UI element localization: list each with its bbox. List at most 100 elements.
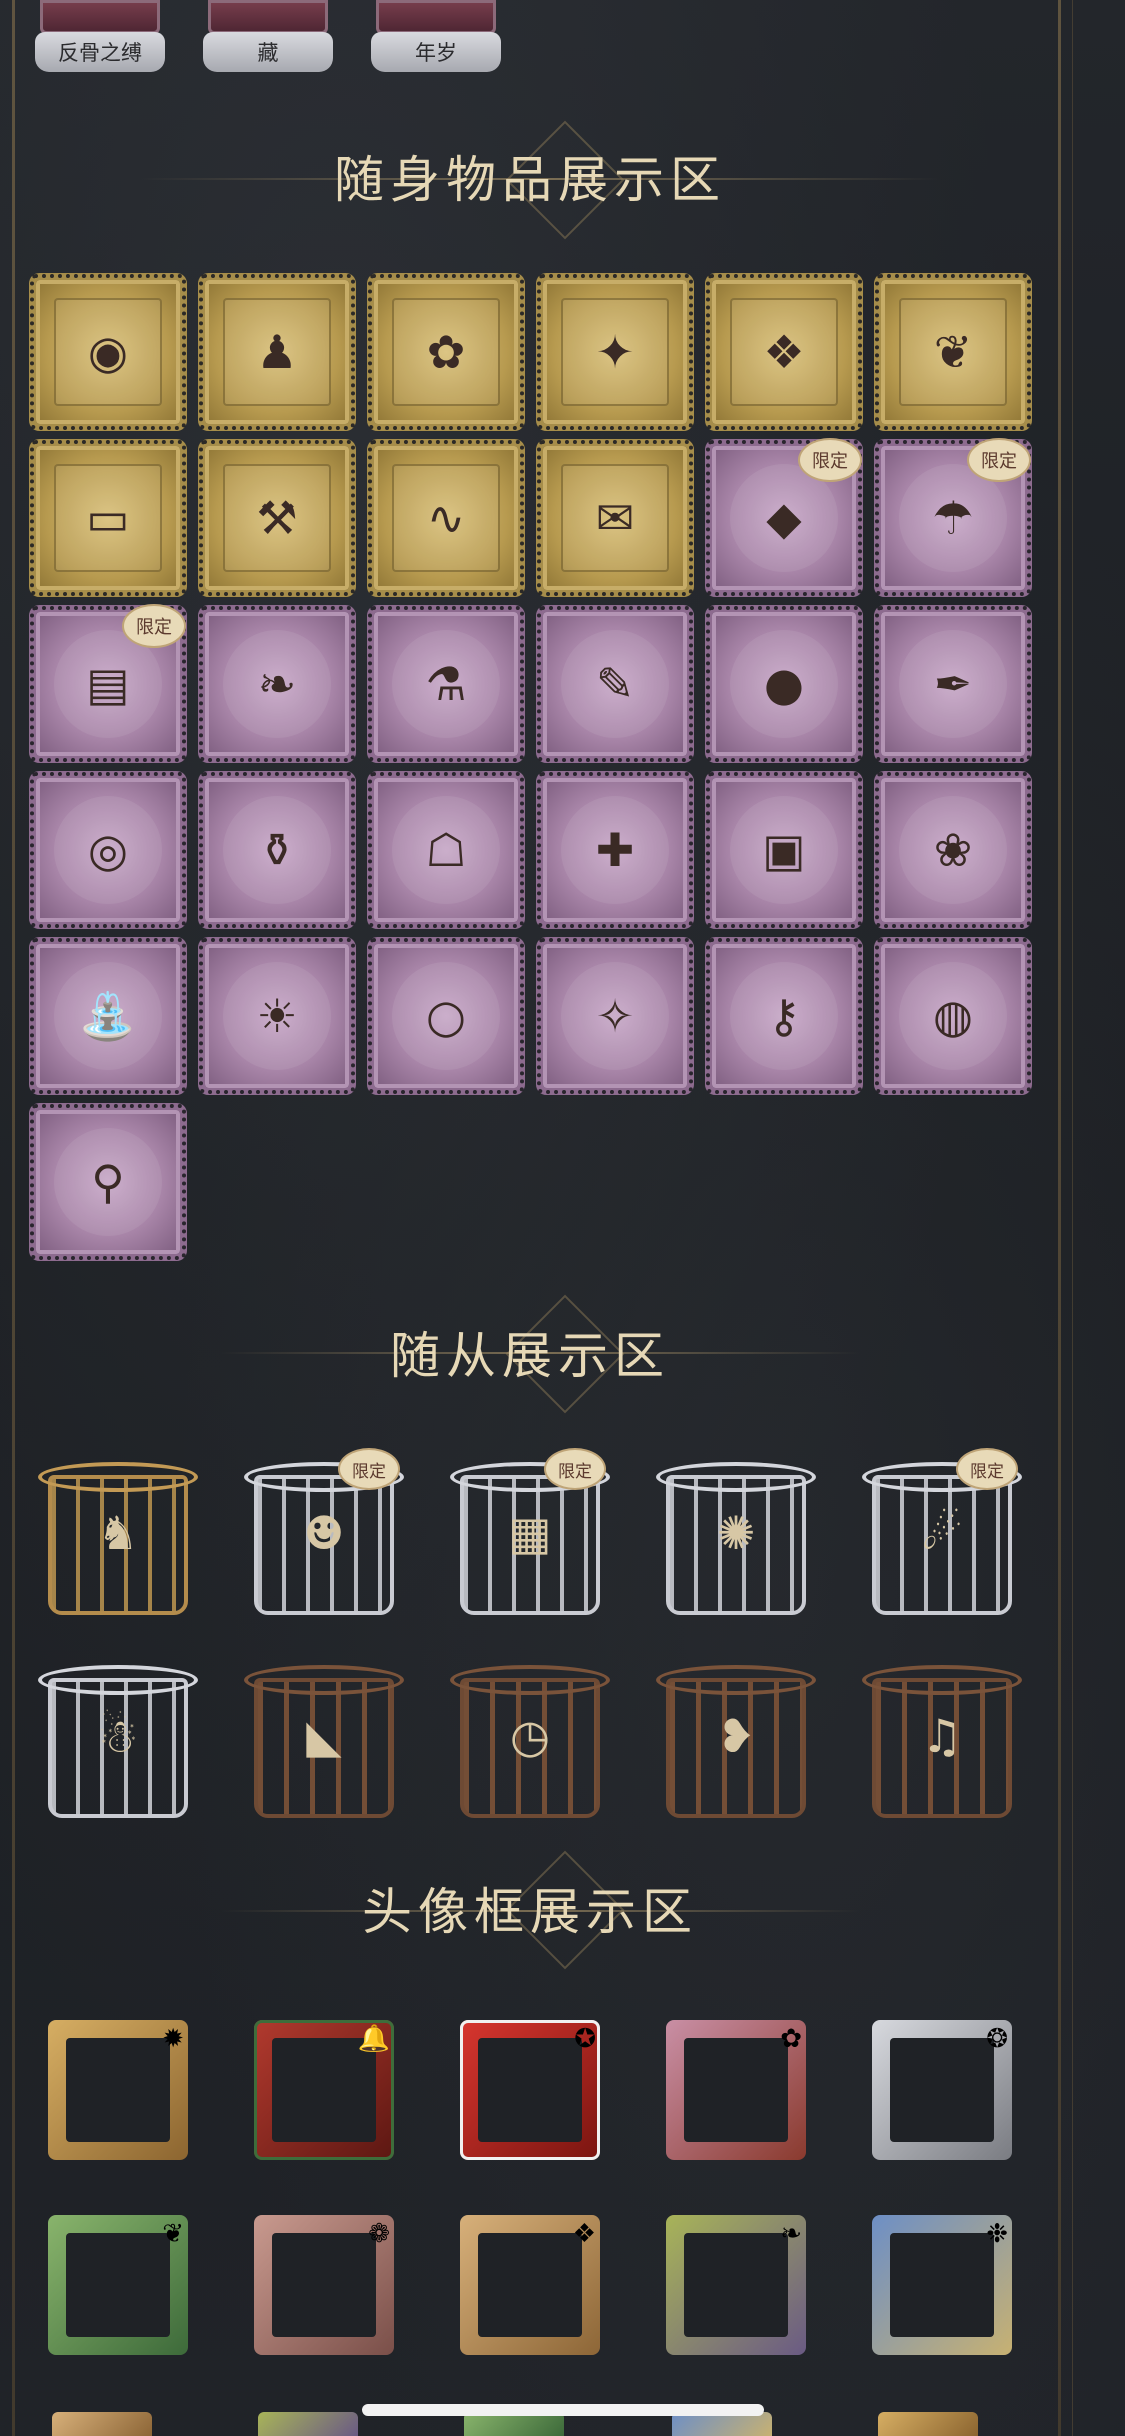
limited-badge: 限定: [124, 606, 184, 646]
pet-cage[interactable]: ◣: [244, 1653, 404, 1818]
item-stamp[interactable]: ▭: [30, 440, 186, 596]
partial-frame-tile[interactable]: [52, 2412, 152, 2436]
cage-top: [38, 1665, 198, 1695]
avatar-frame[interactable]: ✪: [460, 2020, 600, 2160]
item-stamp[interactable]: ✿: [368, 274, 524, 430]
dark-bird-pet-icon: ♞: [97, 1505, 139, 1560]
item-stamp[interactable]: ⚒: [199, 440, 355, 596]
olive-frame-icon: ❧: [780, 2219, 802, 2249]
lantern-pet-icon: ☄: [921, 1505, 963, 1560]
rose-frame-icon: ❁: [368, 2219, 390, 2249]
ballerina-icon: ✦: [595, 325, 635, 379]
harmonica-icon: ▭: [86, 491, 130, 545]
item-stamp[interactable]: ◎: [30, 772, 186, 928]
item-stamp[interactable]: ▤ 限定: [30, 606, 186, 762]
key-icon: ⚷: [767, 989, 801, 1043]
pet-cage[interactable]: ▦ 限定: [450, 1450, 610, 1615]
pet-cage[interactable]: ☄ 限定: [862, 1450, 1022, 1615]
bubble-key-icon: ⚲: [91, 1155, 125, 1209]
item-stamp[interactable]: ◉: [30, 274, 186, 430]
right-border-thin-line: [1072, 0, 1073, 2436]
avatar-frame[interactable]: ✹: [48, 2020, 188, 2160]
avatar-frame[interactable]: 🔔: [254, 2020, 394, 2160]
item-stamp[interactable]: ⚗: [368, 606, 524, 762]
item-stamp[interactable]: ◍: [875, 938, 1031, 1094]
pet-cage[interactable]: ♞: [38, 1450, 198, 1615]
item-stamp[interactable]: ⚱: [199, 772, 355, 928]
doll-icon: ♟: [256, 325, 298, 379]
item-stamp[interactable]: ▣: [706, 772, 862, 928]
reindeer-pet-icon: ☃: [97, 1708, 139, 1763]
avatar-frame[interactable]: ❂: [872, 2020, 1012, 2160]
item-stamp[interactable]: ♟: [199, 274, 355, 430]
item-stamp[interactable]: ◆ 限定: [706, 440, 862, 596]
item-stamp[interactable]: ❦: [875, 274, 1031, 430]
pet-cage[interactable]: ◷: [450, 1653, 610, 1818]
item-stamp[interactable]: ●: [706, 606, 862, 762]
item-stamp[interactable]: ⛲: [30, 938, 186, 1094]
watering-can-icon: ⛲: [79, 988, 137, 1043]
avatar-frame[interactable]: ❖: [460, 2215, 600, 2355]
item-stamp[interactable]: ❖: [706, 274, 862, 430]
tan-frame-icon: ❖: [572, 2219, 596, 2249]
top-tab-label: 藏: [203, 32, 333, 72]
silver-frame-icon: ❂: [986, 2024, 1008, 2054]
partial-frame-tile[interactable]: [878, 2412, 978, 2436]
avatar-frame[interactable]: ❁: [254, 2215, 394, 2355]
pet-cage[interactable]: ✺: [656, 1450, 816, 1615]
spiral-icon: ◎: [87, 823, 129, 877]
frame-hole: [478, 2233, 582, 2337]
item-stamp[interactable]: ✧: [537, 938, 693, 1094]
item-stamp[interactable]: ⚲: [30, 1104, 186, 1260]
rose-cane-icon: ❀: [933, 823, 973, 877]
pet-cage[interactable]: ☻ 限定: [244, 1450, 404, 1615]
item-stamp[interactable]: ❀: [875, 772, 1031, 928]
top-tab-0[interactable]: 反骨之缚: [35, 0, 165, 72]
pet-cage[interactable]: ☃: [38, 1653, 198, 1818]
right-border-line: [1058, 0, 1061, 2436]
lantern-icon: ☀: [256, 989, 298, 1043]
frame-hole: [66, 2038, 170, 2142]
sakura-frame-icon: ✿: [780, 2024, 802, 2054]
umbrella-icon: ☂: [932, 491, 974, 545]
item-stamp[interactable]: ❧: [199, 606, 355, 762]
pet-cage[interactable]: ♫: [862, 1653, 1022, 1818]
item-stamp[interactable]: ✒: [875, 606, 1031, 762]
item-stamp[interactable]: ☀: [199, 938, 355, 1094]
item-stamp[interactable]: ☖: [368, 772, 524, 928]
limited-badge: 限定: [546, 1450, 604, 1488]
item-stamp[interactable]: ○: [368, 938, 524, 1094]
item-stamp[interactable]: ✦: [537, 274, 693, 430]
items-grid: ◉ ♟ ✿ ✦ ❖ ❦ ▭ ⚒ ∿ ✉ ◆ 限定 ☂ 限定 ▤ 限定 ❧ ⚗ ✎ ● ✒ ◎ ⚱ ☖ ✚ ▣ ❀ ⛲ ☀ ○ ✧ ⚷ ◍ ⚲: [30, 274, 1031, 1260]
frames-grid: ✹ 🔔 ✪ ✿ ❂ ❦ ❁ ❖ ❧ ❉: [48, 2020, 1038, 2355]
fan-icon: ❧: [257, 657, 297, 711]
frame-hole: [66, 2233, 170, 2337]
christmas-frame-icon: 🔔: [357, 2024, 390, 2054]
item-stamp[interactable]: ☂ 限定: [875, 440, 1031, 596]
pet-cage[interactable]: ❥: [656, 1653, 816, 1818]
item-stamp[interactable]: ✚: [537, 772, 693, 928]
avatar-frame[interactable]: ✿: [666, 2020, 806, 2160]
avatar-frame[interactable]: ❦: [48, 2215, 188, 2355]
item-stamp[interactable]: ∿: [368, 440, 524, 596]
globe-icon: ●: [763, 657, 805, 711]
avatar-frame[interactable]: ❉: [872, 2215, 1012, 2355]
partial-frame-tile[interactable]: [258, 2412, 358, 2436]
top-tab-2[interactable]: 年岁: [371, 0, 501, 72]
frame-hole: [272, 2233, 376, 2337]
limited-badge: 限定: [969, 440, 1029, 480]
top-tab-1[interactable]: 藏: [203, 0, 333, 72]
home-indicator[interactable]: [362, 2404, 764, 2416]
scroll-icon: ✧: [595, 989, 635, 1043]
flower-bouquet-icon: ✿: [426, 325, 466, 379]
blue-frame-icon: ❉: [986, 2219, 1008, 2249]
frame-hole: [890, 2233, 994, 2337]
ticket-icon: ▤: [86, 657, 130, 711]
item-stamp[interactable]: ⚷: [706, 938, 862, 1094]
avatar-frame[interactable]: ❧: [666, 2215, 806, 2355]
item-stamp[interactable]: ✎: [537, 606, 693, 762]
scythe-icon: ⚒: [256, 491, 298, 545]
syringe-icon: ✚: [595, 823, 635, 877]
item-stamp[interactable]: ✉: [537, 440, 693, 596]
lion-dance-frame-icon: ✪: [574, 2024, 596, 2054]
